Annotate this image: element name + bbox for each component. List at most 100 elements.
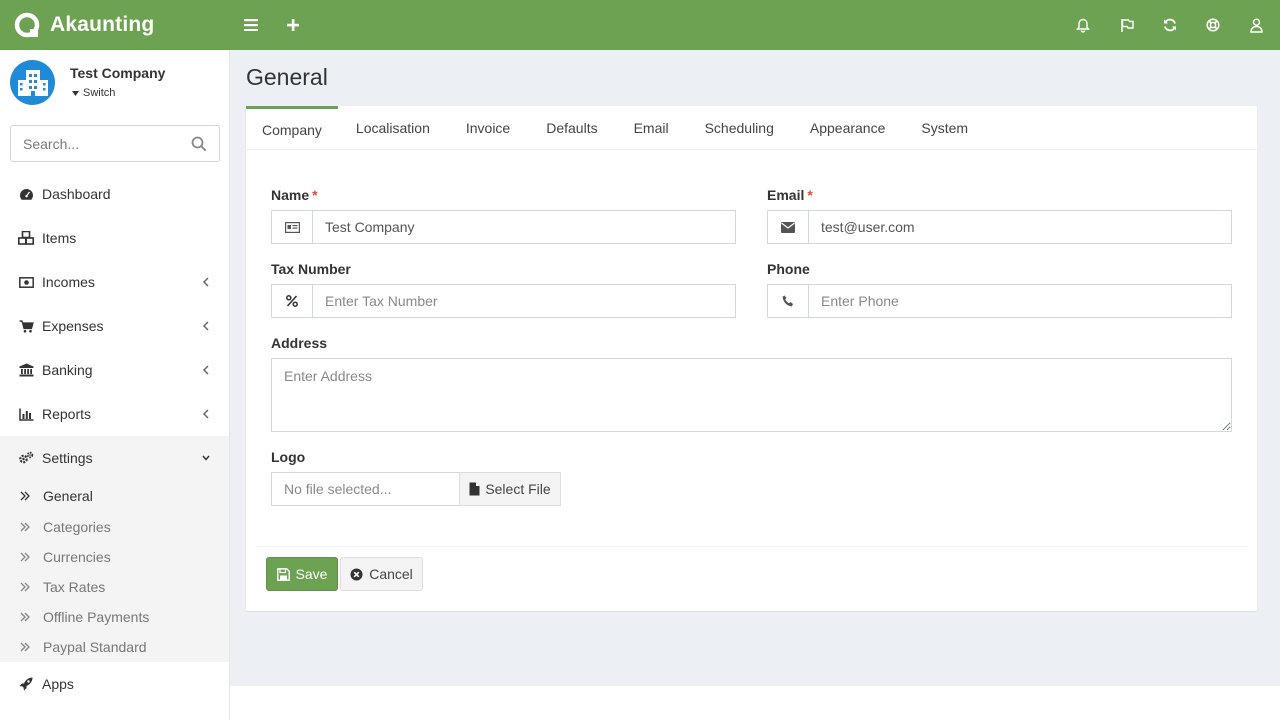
name-label: Name * (271, 187, 318, 203)
tab-email[interactable]: Email (616, 106, 687, 150)
chevron-down-icon (202, 455, 210, 461)
save-button[interactable]: Save (266, 557, 338, 591)
sidebar-item-items[interactable]: Items (0, 216, 229, 260)
tax-number-field[interactable] (313, 285, 735, 317)
cancel-label: Cancel (369, 566, 413, 582)
sidebar-item-incomes[interactable]: Incomes (0, 260, 229, 304)
tab-invoice[interactable]: Invoice (448, 106, 528, 150)
refresh-icon (1164, 18, 1176, 32)
sidebar-item-label: Banking (42, 362, 93, 378)
page-title: General (246, 64, 328, 90)
submenu-item-label: Currencies (43, 549, 111, 565)
email-input-group (767, 210, 1232, 244)
submenu-item-label: Tax Rates (43, 579, 106, 595)
quick-add-button[interactable] (281, 13, 305, 37)
address-textarea[interactable] (272, 359, 1231, 431)
dashboard-icon (19, 188, 33, 200)
settings-tabs: Company Localisation Invoice Defaults Em… (246, 106, 1257, 150)
notifications-button[interactable] (1071, 13, 1095, 37)
sidebar-item-label: Reports (42, 406, 92, 422)
tax-number-addon (272, 285, 313, 317)
submenu-item-offline-payments[interactable]: Offline Payments (0, 602, 229, 632)
menu-icon (244, 19, 258, 31)
settings-box: Company Localisation Invoice Defaults Em… (246, 106, 1257, 611)
tax-number-input-group (271, 284, 736, 318)
phone-field[interactable] (809, 285, 1231, 317)
flag-icon (1121, 19, 1134, 32)
save-label: Save (295, 566, 328, 582)
required-mark: * (807, 187, 813, 203)
sidebar-toggle-button[interactable] (239, 13, 263, 37)
company-avatar (10, 60, 55, 105)
company-name: Test Company (70, 65, 166, 81)
refresh-button[interactable] (1158, 13, 1182, 37)
cubes-icon (18, 231, 34, 245)
search-icon[interactable] (191, 136, 207, 152)
email-addon (768, 211, 809, 243)
phone-label: Phone (767, 261, 810, 277)
save-icon (276, 567, 290, 581)
company-panel: Test Company Switch (10, 60, 220, 106)
sidebar-item-expenses[interactable]: Expenses (0, 304, 229, 348)
tab-defaults[interactable]: Defaults (528, 106, 615, 150)
double-angle-right-icon (20, 612, 30, 622)
chevron-left-icon (202, 365, 209, 375)
logo-file-name[interactable]: No file selected... (271, 472, 459, 506)
submenu-item-tax-rates[interactable]: Tax Rates (0, 572, 229, 602)
money-icon (18, 276, 34, 288)
address-label: Address (271, 335, 328, 351)
sidebar-item-apps[interactable]: Apps (0, 662, 229, 706)
tab-localisation[interactable]: Localisation (338, 106, 448, 150)
submenu-item-paypal-standard[interactable]: Paypal Standard (0, 632, 229, 662)
building-icon (17, 69, 48, 96)
user-menu-button[interactable] (1244, 13, 1268, 37)
file-icon (469, 482, 480, 496)
flag-button[interactable] (1115, 13, 1139, 37)
bank-icon (19, 363, 33, 377)
submenu-item-general[interactable]: General (0, 480, 229, 512)
search-input[interactable] (11, 126, 181, 161)
settings-submenu: General Categories Currencies Tax Rates … (0, 480, 229, 662)
address-textarea-wrap (271, 358, 1232, 432)
app-name: Akaunting (50, 13, 155, 36)
tab-scheduling[interactable]: Scheduling (687, 106, 792, 150)
company-switch-link[interactable]: Switch (72, 87, 115, 99)
select-file-button[interactable]: Select File (459, 472, 561, 506)
sidebar-item-label: Apps (42, 676, 74, 692)
chevron-left-icon (202, 409, 209, 419)
phone-input-group (767, 284, 1232, 318)
name-field[interactable] (313, 211, 735, 243)
form-footer-divider (256, 546, 1249, 547)
select-file-label: Select File (485, 481, 551, 497)
sidebar-item-banking[interactable]: Banking (0, 348, 229, 392)
help-button[interactable] (1201, 13, 1225, 37)
submenu-item-currencies[interactable]: Currencies (0, 542, 229, 572)
email-label-text: Email (767, 187, 805, 203)
plus-icon (287, 19, 299, 31)
submenu-item-categories[interactable]: Categories (0, 512, 229, 542)
sidebar-item-reports[interactable]: Reports (0, 392, 229, 436)
tab-appearance[interactable]: Appearance (792, 106, 904, 150)
chevron-left-icon (202, 321, 209, 331)
double-angle-right-icon (20, 642, 30, 652)
brand[interactable]: Akaunting (14, 0, 154, 50)
email-field[interactable] (809, 211, 1231, 243)
cancel-button[interactable]: Cancel (340, 557, 423, 591)
double-angle-right-icon (20, 582, 30, 592)
caret-down-icon (72, 90, 79, 96)
phone-icon (782, 295, 793, 307)
sidebar-item-label: Settings (42, 450, 93, 466)
chevron-left-icon (202, 277, 209, 287)
double-angle-right-icon (20, 552, 30, 562)
sidebar-item-label: Incomes (42, 274, 95, 290)
sidebar: Test Company Switch Dashboard Items Inco… (0, 50, 230, 720)
sidebar-item-settings[interactable]: Settings (0, 436, 229, 480)
sidebar-item-label: Expenses (42, 318, 104, 334)
name-input-group (271, 210, 736, 244)
sidebar-item-dashboard[interactable]: Dashboard (0, 172, 229, 216)
tab-system[interactable]: System (903, 106, 986, 150)
life-ring-icon (1206, 18, 1220, 32)
tab-company[interactable]: Company (246, 106, 338, 150)
cart-icon (19, 319, 34, 332)
sidebar-search (10, 125, 220, 162)
